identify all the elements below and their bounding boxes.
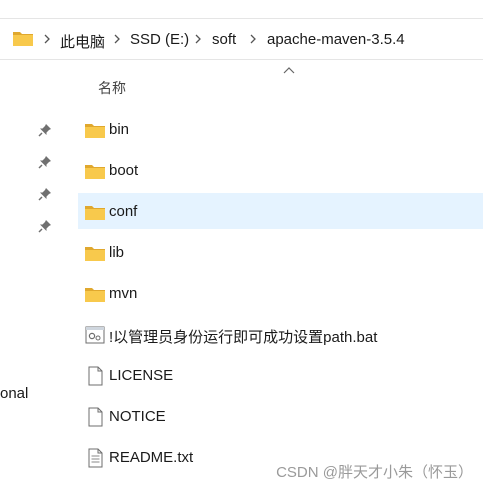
chevron-right-icon — [250, 34, 256, 44]
file-name: boot — [109, 162, 139, 179]
list-item-bin[interactable]: bin — [78, 111, 483, 147]
pin-icon[interactable] — [38, 123, 52, 137]
address-bar[interactable]: 此电脑 SSD (E:) soft apache-maven-3.5.4 — [0, 18, 483, 60]
pin-icon[interactable] — [38, 219, 52, 233]
folder-icon — [85, 206, 105, 220]
chevron-right-icon — [195, 34, 201, 44]
list-item-setup-bat[interactable]: !以管理员身份运行即可成功设置path.bat — [78, 316, 483, 352]
breadcrumb-this-pc[interactable]: 此电脑 — [60, 31, 105, 52]
file-name: mvn — [109, 285, 138, 302]
watermark: CSDN @胖天才小朱（怀玉） — [276, 464, 473, 481]
file-name: LICENSE — [109, 367, 174, 384]
folder-icon — [85, 247, 105, 261]
file-name: NOTICE — [109, 408, 166, 425]
file-icon — [88, 366, 103, 386]
list-item-mvn[interactable]: mvn — [78, 275, 483, 311]
batch-file-icon — [85, 326, 105, 344]
chevron-right-icon — [44, 34, 50, 44]
file-name: lib — [109, 244, 125, 261]
folder-icon — [85, 288, 105, 302]
list-item-boot[interactable]: boot — [78, 152, 483, 188]
list-item-conf[interactable]: conf — [78, 193, 483, 229]
file-name: bin — [109, 121, 130, 138]
text-file-icon — [88, 448, 103, 468]
file-name: conf — [109, 203, 138, 220]
pin-icon[interactable] — [38, 155, 52, 169]
sort-ascending-icon[interactable] — [283, 66, 295, 74]
navigation-pane — [0, 60, 78, 492]
pin-icon[interactable] — [38, 187, 52, 201]
list-item-notice[interactable]: NOTICE — [78, 398, 483, 434]
column-header-name[interactable]: 名称 — [98, 78, 126, 98]
file-name: README.txt — [109, 449, 194, 466]
file-name: !以管理员身份运行即可成功设置path.bat — [109, 329, 378, 346]
folder-icon — [85, 165, 105, 179]
file-icon — [88, 407, 103, 427]
nav-item-label-partial[interactable]: onal — [0, 385, 28, 402]
folder-icon — [85, 124, 105, 138]
list-item-license[interactable]: LICENSE — [78, 357, 483, 393]
list-item-lib[interactable]: lib — [78, 234, 483, 270]
breadcrumb-soft[interactable]: soft — [212, 31, 236, 48]
breadcrumb-apache-maven[interactable]: apache-maven-3.5.4 — [267, 31, 405, 48]
chevron-right-icon — [114, 34, 120, 44]
folder-icon — [13, 32, 33, 46]
breadcrumb-ssd-drive[interactable]: SSD (E:) — [130, 31, 189, 48]
